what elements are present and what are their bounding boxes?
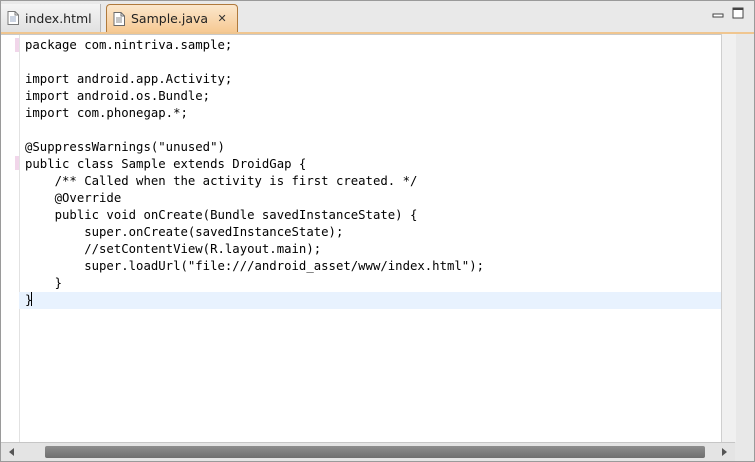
tab-index-html[interactable]: index.html — [1, 4, 101, 32]
code-line[interactable]: } — [19, 292, 721, 309]
html-file-icon — [7, 11, 19, 25]
change-marker — [15, 156, 19, 170]
code-line[interactable] — [25, 122, 721, 139]
horizontal-scroll-thumb[interactable] — [45, 446, 705, 458]
code-line[interactable]: import com.phonegap.*; — [25, 105, 721, 122]
java-file-icon — [113, 11, 125, 26]
code-line[interactable]: public class Sample extends DroidGap { — [25, 156, 721, 173]
code-line[interactable]: //setContentView(R.layout.main); — [25, 241, 721, 258]
maximize-button[interactable] — [730, 6, 746, 20]
code-line[interactable]: /** Called when the activity is first cr… — [25, 173, 721, 190]
scroll-left-button[interactable] — [3, 443, 21, 461]
tab-label: Sample.java — [131, 11, 209, 26]
window-controls — [710, 6, 746, 20]
code-line[interactable]: super.loadUrl("file:///android_asset/www… — [25, 258, 721, 275]
code-text[interactable]: package com.nintriva.sample; import andro… — [19, 37, 721, 309]
minimize-icon — [712, 13, 724, 18]
arrow-left-icon — [9, 448, 14, 456]
arrow-right-icon — [722, 448, 727, 456]
code-line[interactable]: import android.app.Activity; — [25, 71, 721, 88]
code-line[interactable]: @Override — [25, 190, 721, 207]
code-line[interactable]: @SuppressWarnings("unused") — [25, 139, 721, 156]
vertical-scrollbar[interactable] — [721, 34, 736, 442]
horizontal-scrollbar[interactable] — [1, 442, 735, 461]
minimize-button[interactable] — [710, 6, 726, 20]
code-line[interactable]: public void onCreate(Bundle savedInstanc… — [25, 207, 721, 224]
code-line[interactable]: super.onCreate(savedInstanceState); — [25, 224, 721, 241]
change-marker — [15, 38, 19, 52]
scrollbar-corner — [735, 442, 754, 461]
code-line[interactable] — [25, 54, 721, 71]
code-line[interactable]: import android.os.Bundle; — [25, 88, 721, 105]
tab-sample-java[interactable]: Sample.java ✕ — [106, 4, 238, 32]
editor-window: index.html Sample.java ✕ package com.nin… — [0, 0, 755, 462]
code-line[interactable]: package com.nintriva.sample; — [25, 37, 721, 54]
editor-tab-bar: index.html Sample.java ✕ — [1, 1, 754, 32]
tab-label: index.html — [25, 10, 92, 26]
close-icon[interactable]: ✕ — [216, 12, 228, 25]
code-line[interactable]: } — [25, 275, 721, 292]
maximize-icon — [732, 7, 744, 19]
scroll-right-button[interactable] — [715, 443, 733, 461]
annotation-ruler[interactable] — [1, 35, 20, 443]
code-editor[interactable]: package com.nintriva.sample; import andro… — [1, 34, 721, 443]
text-caret — [31, 292, 33, 306]
